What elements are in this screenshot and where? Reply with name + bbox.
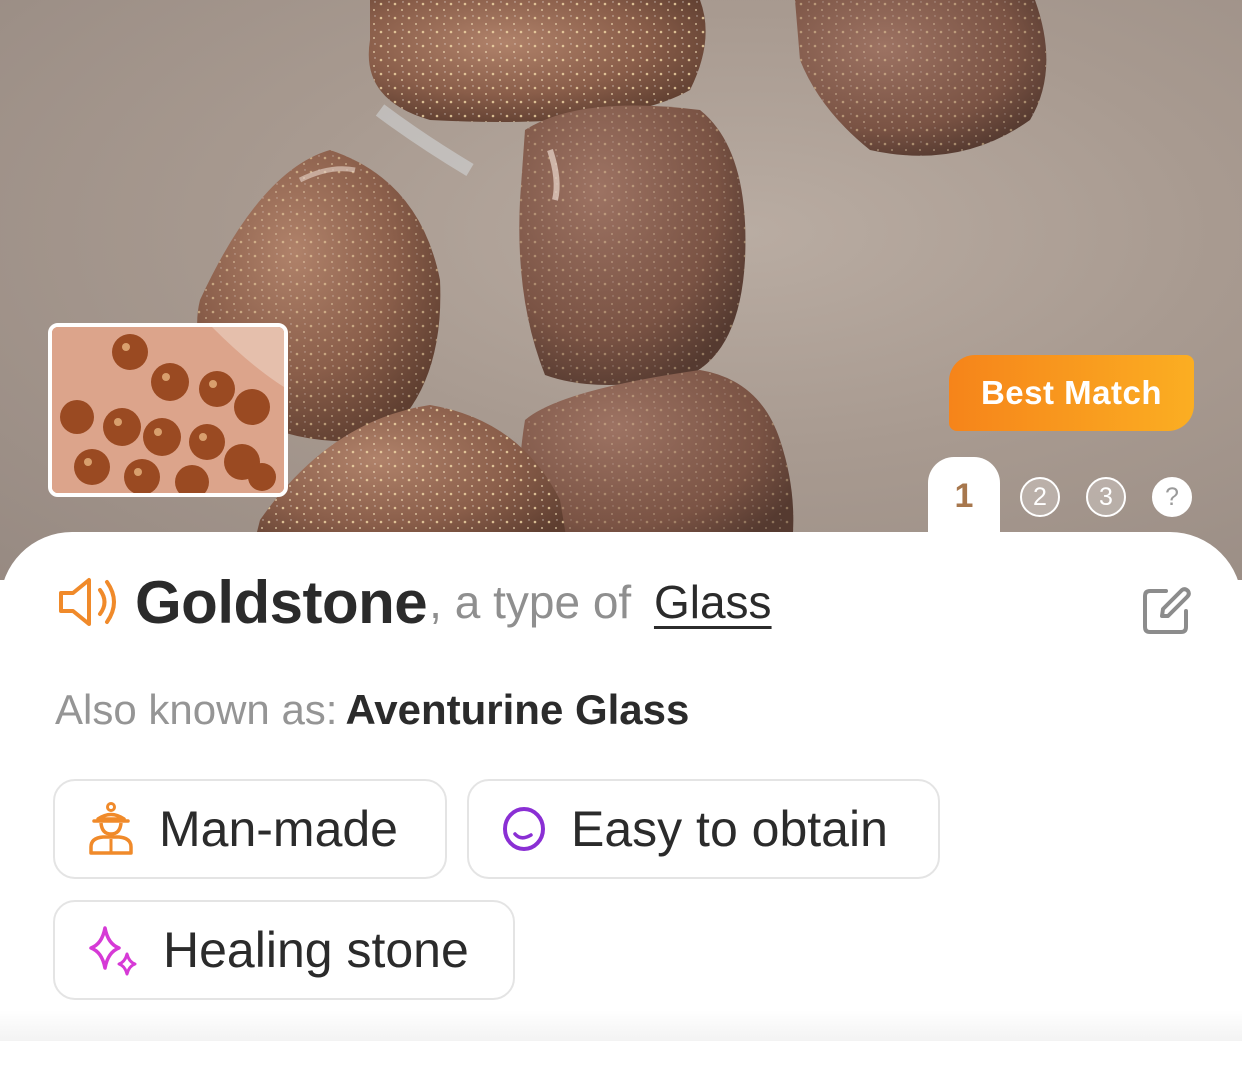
tag-label: Easy to obtain bbox=[571, 801, 888, 857]
edit-icon[interactable] bbox=[1140, 585, 1192, 637]
tag-label: Healing stone bbox=[163, 922, 469, 978]
also-known-label: Also known as: bbox=[55, 686, 338, 733]
ring-icon bbox=[503, 807, 545, 851]
tag-man-made[interactable]: Man-made bbox=[53, 779, 447, 879]
original-photo-thumbnail[interactable] bbox=[48, 323, 288, 497]
speaker-icon[interactable] bbox=[55, 574, 121, 630]
result-tab-1[interactable]: 1 bbox=[928, 457, 1000, 537]
also-known-as: Also known as: Aventurine Glass bbox=[55, 686, 689, 734]
result-tab-unknown[interactable]: ? bbox=[1152, 477, 1192, 517]
tag-healing-stone[interactable]: Healing stone bbox=[53, 900, 515, 1000]
bottom-section-edge bbox=[0, 1010, 1242, 1041]
person-icon bbox=[89, 802, 133, 855]
result-tab-2[interactable]: 2 bbox=[1020, 477, 1060, 517]
title-row: Goldstone , a type of Glass bbox=[55, 562, 772, 642]
result-tab-3[interactable]: 3 bbox=[1086, 477, 1126, 517]
stone-name: Goldstone bbox=[135, 568, 428, 636]
also-known-value: Aventurine Glass bbox=[345, 686, 690, 733]
result-tabs: 1 2 3 ? bbox=[928, 457, 1218, 537]
type-link[interactable]: Glass bbox=[654, 575, 772, 629]
tag-label: Man-made bbox=[159, 801, 398, 857]
tag-easy-to-obtain[interactable]: Easy to obtain bbox=[467, 779, 940, 879]
type-prefix: , a type of bbox=[429, 576, 644, 628]
sparkle-icon bbox=[89, 926, 137, 976]
best-match-badge: Best Match bbox=[949, 355, 1194, 431]
